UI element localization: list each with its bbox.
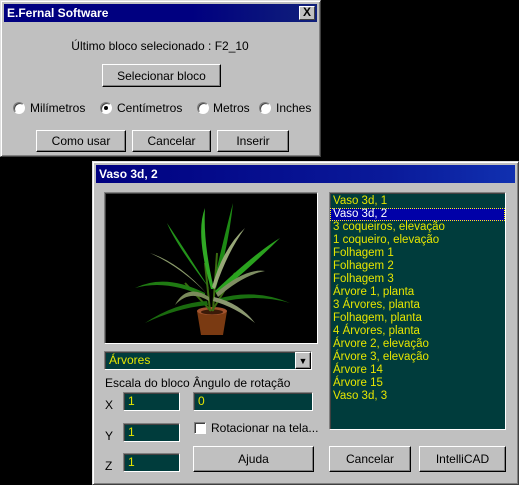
last-block-label: Último bloco selecionado : F2_10	[71, 39, 249, 53]
list-item[interactable]: Folhagem 1	[330, 247, 505, 260]
list-item[interactable]: Árvore 1, planta	[330, 286, 505, 299]
how-to-use-button[interactable]: Como usar	[36, 130, 126, 152]
chevron-down-icon[interactable]: ▼	[295, 352, 311, 369]
scale-y-input[interactable]: 1	[123, 423, 180, 442]
scale-x-value: 1	[128, 394, 135, 408]
scale-x-input[interactable]: 1	[123, 392, 180, 411]
radio-millimeters-label: Milímetros	[30, 101, 86, 115]
scale-label: Escala do bloco	[105, 376, 190, 390]
scale-x-label: X	[105, 398, 114, 412]
radio-meters[interactable]	[197, 102, 209, 114]
top-cancel-button[interactable]: Cancelar	[132, 130, 211, 152]
list-item[interactable]: Árvore 14	[330, 364, 505, 377]
top-dialog-titlebar[interactable]: E.Fernal Software X	[4, 4, 317, 22]
radio-millimeters[interactable]	[13, 102, 25, 114]
rotation-label: Ângulo de rotação	[193, 376, 291, 390]
radio-meters-label: Metros	[213, 101, 250, 115]
block-preview	[104, 192, 318, 344]
list-item[interactable]: 4 Árvores, planta	[330, 325, 505, 338]
insert-button[interactable]: Inserir	[217, 130, 289, 152]
scale-y-value: 1	[128, 425, 135, 439]
list-item[interactable]: Vaso 3d, 1	[330, 195, 505, 208]
category-combo-value: Árvores	[109, 353, 151, 367]
top-dialog-title: E.Fernal Software	[7, 6, 109, 20]
intellicad-button[interactable]: IntelliCAD	[419, 446, 506, 472]
block-list[interactable]: Vaso 3d, 1 Vaso 3d, 23 coqueiros, elevaçã…	[329, 192, 506, 430]
list-item[interactable]: Folhagem, planta	[330, 312, 505, 325]
block-dialog-title: Vaso 3d, 2	[99, 167, 158, 181]
category-combo[interactable]: Árvores ▼	[104, 351, 312, 370]
radio-inches-label: Inches	[276, 101, 312, 115]
scale-z-input[interactable]: 1	[123, 453, 180, 472]
scale-z-label: Z	[105, 459, 113, 473]
list-item[interactable]: 3 Árvores, planta	[330, 299, 505, 312]
list-item[interactable]: Folhagem 3	[330, 273, 505, 286]
list-item[interactable]: 1 coqueiro, elevação	[330, 234, 505, 247]
block-cancel-button[interactable]: Cancelar	[329, 446, 411, 472]
block-dialog-titlebar[interactable]: Vaso 3d, 2	[96, 165, 515, 183]
list-item[interactable]: Árvore 15	[330, 377, 505, 390]
top-dialog: E.Fernal Software X Último bloco selecio…	[0, 0, 321, 157]
radio-inches[interactable]	[259, 102, 271, 114]
list-item[interactable]: Folhagem 2	[330, 260, 505, 273]
rotate-on-screen-label: Rotacionar na tela...	[211, 421, 319, 435]
rotate-on-screen-checkbox[interactable]	[194, 422, 206, 434]
close-icon[interactable]: X	[299, 6, 315, 20]
select-block-button[interactable]: Selecionar bloco	[102, 64, 221, 87]
list-item[interactable]: 3 coqueiros, elevação	[330, 221, 505, 234]
plant-in-pot-preview-icon	[135, 203, 290, 335]
radio-centimeters[interactable]	[100, 102, 112, 114]
scale-y-label: Y	[105, 429, 114, 443]
rotation-input[interactable]: 0	[193, 392, 313, 411]
list-item[interactable]: Vaso 3d, 2	[330, 208, 505, 221]
list-item[interactable]: Árvore 2, elevação	[330, 338, 505, 351]
block-dialog: Vaso 3d, 2 Árvores ▼ Escala do bloco Âng…	[92, 161, 519, 485]
list-item[interactable]: Árvore 3, elevação	[330, 351, 505, 364]
rotation-value: 0	[198, 394, 205, 408]
radio-centimeters-label: Centímetros	[117, 101, 183, 115]
scale-z-value: 1	[128, 455, 135, 469]
list-item[interactable]: Vaso 3d, 3	[330, 390, 505, 403]
help-button[interactable]: Ajuda	[193, 446, 314, 472]
